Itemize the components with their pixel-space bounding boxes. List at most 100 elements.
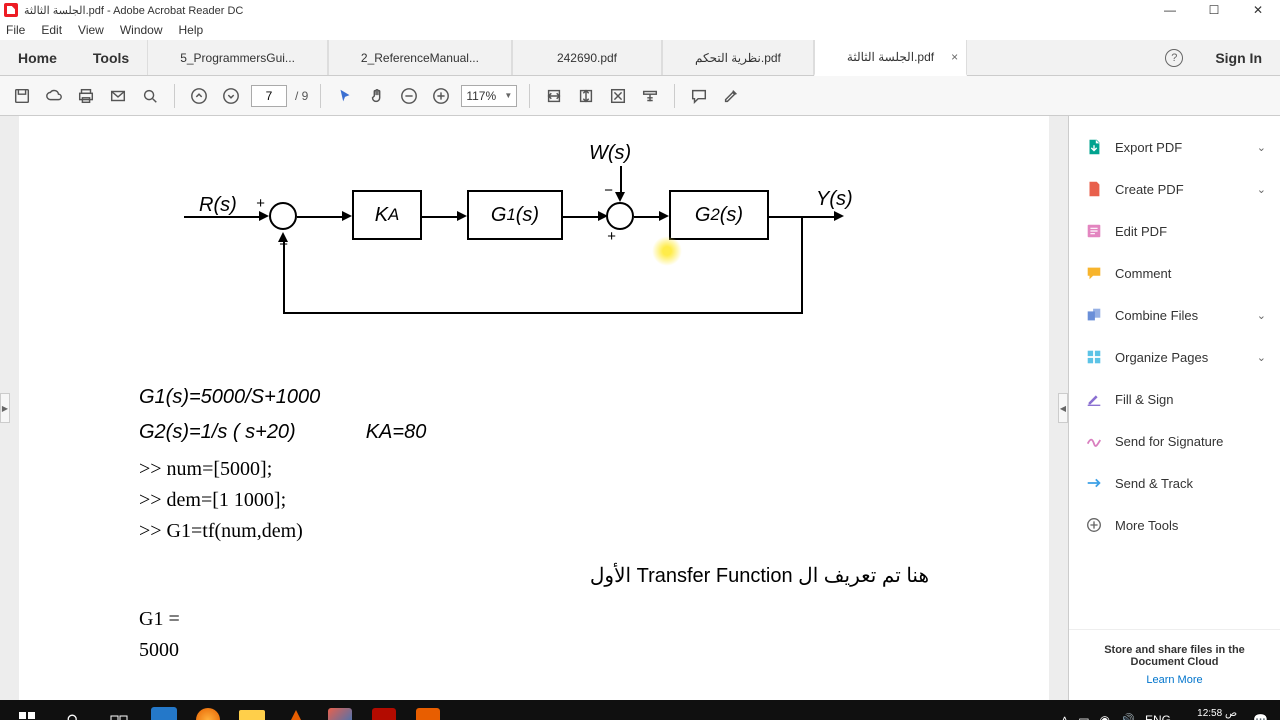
more-tools-button[interactable]: More Tools (1069, 504, 1280, 546)
pointer-icon[interactable] (333, 84, 357, 108)
page-up-icon[interactable] (187, 84, 211, 108)
pdf-page: R(s) + − KA G1(s) + (19, 116, 1049, 700)
acrobat-icon (4, 3, 18, 17)
start-button[interactable] (4, 700, 50, 720)
create-pdf-button[interactable]: Create PDF⌄ (1069, 168, 1280, 210)
window-title: الجلسة الثالثة.pdf - Adobe Acrobat Reade… (24, 4, 1148, 17)
hand-icon[interactable] (365, 84, 389, 108)
close-tab-icon[interactable]: × (951, 50, 958, 64)
document-tab[interactable]: نظرية التحكم.pdf (662, 40, 814, 75)
tabs-bar: Home Tools 5_ProgrammersGui... 2_Referen… (0, 40, 1280, 76)
print-icon[interactable] (74, 84, 98, 108)
send-track-button[interactable]: Send & Track (1069, 462, 1280, 504)
taskbar-firefox[interactable] (186, 700, 230, 720)
tray-clock[interactable]: ص 12:58 2018/10/26 (1181, 708, 1243, 720)
comment-button[interactable]: Comment (1069, 252, 1280, 294)
search-button[interactable] (50, 700, 96, 720)
fill-sign-button[interactable]: Fill & Sign (1069, 378, 1280, 420)
promo-box: Store and share files in the Document Cl… (1069, 629, 1280, 700)
block-ka: KA (352, 190, 422, 240)
save-icon[interactable] (10, 84, 34, 108)
equation: G2(s)=1/s ( s+20) (139, 421, 296, 444)
email-icon[interactable] (106, 84, 130, 108)
block-diagram: R(s) + − KA G1(s) + (184, 146, 884, 346)
document-viewport[interactable]: ▶ R(s) + − KA G1(s) (0, 116, 1068, 700)
page-number-input[interactable] (251, 85, 287, 107)
taskbar-acrobat[interactable] (362, 700, 406, 720)
panel-handle-left[interactable]: ▶ (0, 393, 10, 423)
summing-junction (269, 202, 297, 230)
code-line: >> G1=tf(num,dem) (139, 520, 929, 543)
taskbar-explorer[interactable] (230, 700, 274, 720)
send-signature-button[interactable]: Send for Signature (1069, 420, 1280, 462)
document-tab[interactable]: 2_ReferenceManual... (328, 40, 512, 75)
equation: KA=80 (366, 421, 427, 444)
page-down-icon[interactable] (219, 84, 243, 108)
organize-pages-button[interactable]: Organize Pages⌄ (1069, 336, 1280, 378)
read-mode-icon[interactable] (638, 84, 662, 108)
equation: G1(s)=5000/S+1000 (139, 386, 929, 409)
arabic-text: هنا تم تعريف ال Transfer Function الأول (139, 563, 929, 588)
document-tab-active[interactable]: الجلسة الثالثة.pdf × (814, 40, 967, 76)
fullscreen-icon[interactable] (606, 84, 630, 108)
home-button[interactable]: Home (0, 40, 75, 75)
chevron-down-icon: ⌄ (1257, 183, 1266, 196)
fit-page-icon[interactable] (574, 84, 598, 108)
zoom-out-icon[interactable] (397, 84, 421, 108)
maximize-button[interactable]: ☐ (1192, 0, 1236, 20)
help-icon[interactable]: ? (1165, 49, 1183, 67)
close-button[interactable]: ✕ (1236, 0, 1280, 20)
highlight-icon[interactable] (719, 84, 743, 108)
sign-in-button[interactable]: Sign In (1197, 40, 1280, 75)
tray-battery-icon[interactable]: ▭ (1078, 713, 1089, 720)
menu-edit[interactable]: Edit (41, 23, 62, 37)
tools-panel: Export PDF⌄ Create PDF⌄ Edit PDF Comment… (1068, 116, 1280, 700)
chevron-down-icon: ⌄ (1257, 351, 1266, 364)
edit-pdf-button[interactable]: Edit PDF (1069, 210, 1280, 252)
chevron-down-icon: ▼ (504, 91, 512, 100)
menu-help[interactable]: Help (179, 23, 204, 37)
block-g1: G1(s) (467, 190, 563, 240)
windows-taskbar: ˄ ▭ ◉ 🔊 ENG ص 12:58 2018/10/26 💬 (0, 700, 1280, 720)
menu-view[interactable]: View (78, 23, 104, 37)
document-tab[interactable]: 5_ProgrammersGui... (147, 40, 328, 75)
learn-more-link[interactable]: Learn More (1083, 674, 1266, 686)
result-line: G1 = (139, 608, 929, 631)
menu-window[interactable]: Window (120, 23, 163, 37)
tray-notifications-icon[interactable]: 💬 (1253, 713, 1268, 720)
toolbar: / 9 117%▼ (0, 76, 1280, 116)
block-g2: G2(s) (669, 190, 769, 240)
summing-junction (606, 202, 634, 230)
chevron-down-icon: ⌄ (1257, 309, 1266, 322)
page-total: / 9 (295, 89, 308, 103)
taskbar-vlc[interactable] (274, 700, 318, 720)
menubar: File Edit View Window Help (0, 20, 1280, 40)
result-line: 5000 (139, 639, 929, 662)
document-tab[interactable]: 242690.pdf (512, 40, 662, 75)
tray-chevron-icon[interactable]: ˄ (1061, 713, 1068, 720)
tray-wifi-icon[interactable]: ◉ (1100, 713, 1110, 720)
code-line: >> dem=[1 1000]; (139, 489, 929, 512)
panel-handle-right[interactable]: ◀ (1058, 393, 1068, 423)
tray-volume-icon[interactable]: 🔊 (1120, 713, 1135, 720)
tray-lang[interactable]: ENG (1145, 713, 1171, 720)
minimize-button[interactable]: — (1148, 0, 1192, 20)
combine-files-button[interactable]: Combine Files⌄ (1069, 294, 1280, 336)
taskbar-app[interactable] (142, 700, 186, 720)
tools-button[interactable]: Tools (75, 40, 147, 75)
titlebar: الجلسة الثالثة.pdf - Adobe Acrobat Reade… (0, 0, 1280, 20)
zoom-select[interactable]: 117%▼ (461, 85, 517, 107)
cursor-highlight (652, 236, 682, 266)
menu-file[interactable]: File (6, 23, 25, 37)
search-icon[interactable] (138, 84, 162, 108)
cloud-icon[interactable] (42, 84, 66, 108)
taskbar-app[interactable] (406, 700, 450, 720)
export-pdf-button[interactable]: Export PDF⌄ (1069, 126, 1280, 168)
task-view-button[interactable] (96, 700, 142, 720)
taskbar-matlab[interactable] (318, 700, 362, 720)
chevron-down-icon: ⌄ (1257, 141, 1266, 154)
comment-icon[interactable] (687, 84, 711, 108)
zoom-in-icon[interactable] (429, 84, 453, 108)
fit-width-icon[interactable] (542, 84, 566, 108)
code-line: >> num=[5000]; (139, 458, 929, 481)
